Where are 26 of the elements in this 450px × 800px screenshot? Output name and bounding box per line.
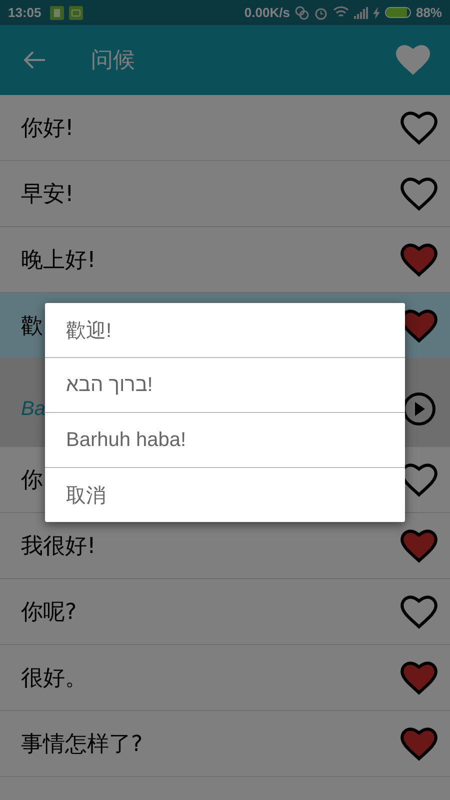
link-icon [294, 6, 309, 20]
dialog-option[interactable]: Barhuh haba! [45, 413, 405, 468]
clock: 13:05 [8, 5, 42, 20]
battery-percent: 88% [416, 5, 442, 20]
signal-icon [354, 6, 368, 18]
charging-icon [372, 6, 380, 18]
phrase-text: 晚上好! [21, 246, 96, 274]
phrase-text: 很好。 [21, 664, 87, 692]
phrase-text: 歡 [21, 312, 43, 340]
phrase-text: 我很好! [21, 532, 96, 560]
transliteration-text: Ba [21, 398, 46, 420]
battery-icon [384, 7, 411, 18]
phrase-text: 你好! [21, 114, 74, 142]
phrase-text: 你 [21, 466, 43, 494]
phrase-text: 早安! [21, 180, 74, 208]
play-icon[interactable] [402, 392, 436, 426]
dialog-option[interactable]: ברוך הבא! [45, 358, 405, 413]
notification-icon [50, 6, 64, 20]
wifi-icon [332, 6, 349, 19]
alarm-icon [314, 6, 328, 20]
screen-title: 问候 [91, 47, 136, 75]
notification-icon [69, 6, 84, 20]
dialog-option[interactable]: 歡迎! [45, 303, 405, 358]
network-speed: 0.00K/s [244, 5, 290, 20]
phrase-text: 事情怎样了? [21, 730, 143, 758]
phrase-text: 你呢? [21, 598, 77, 626]
